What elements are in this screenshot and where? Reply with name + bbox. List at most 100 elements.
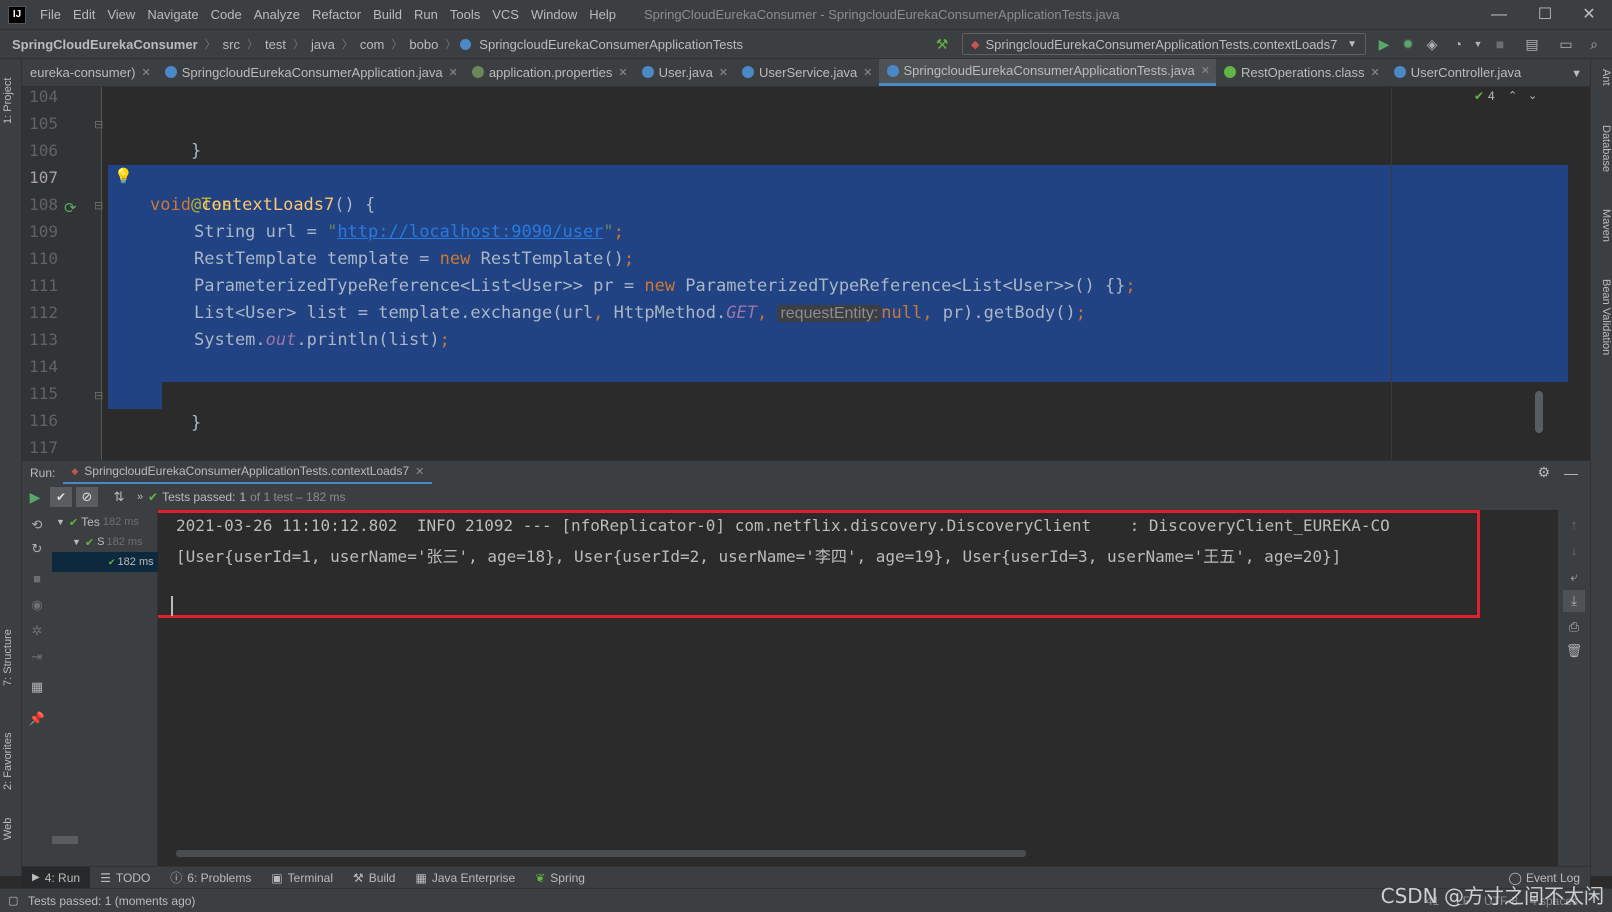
inspection-count[interactable]: 4 xyxy=(1488,89,1495,103)
tab-userservice-java[interactable]: UserService.java ✕ xyxy=(734,59,878,86)
close-icon[interactable]: ✕ xyxy=(618,66,627,79)
sort-icon[interactable]: ⇅ xyxy=(106,489,132,505)
editor-scrollbar[interactable] xyxy=(1535,391,1543,433)
tab-restoperations-class[interactable]: RestOperations.class ✕ xyxy=(1216,59,1386,86)
camera-icon[interactable]: ◉ xyxy=(26,594,48,616)
breadcrumb-test[interactable]: test xyxy=(262,37,289,52)
run-icon[interactable]: ▶ xyxy=(1374,34,1394,54)
test-tree-root[interactable]: ▼ ✔ Tes 182 ms xyxy=(52,512,158,532)
test-tree-method[interactable]: ✔ 182 ms xyxy=(52,552,158,572)
layout-icon[interactable]: ▦ xyxy=(26,676,48,698)
arrow-up-icon[interactable]: ↑ xyxy=(1563,514,1585,536)
menu-window[interactable]: Window xyxy=(525,0,583,30)
breadcrumb-src[interactable]: src xyxy=(220,37,243,52)
menu-analyze[interactable]: Analyze xyxy=(248,0,306,30)
tab-application-properties[interactable]: application.properties ✕ xyxy=(464,59,634,86)
console-horizontal-scrollbar[interactable] xyxy=(176,850,1026,857)
tool-web[interactable]: Web xyxy=(2,811,20,847)
inspection-ok-icon[interactable]: ✔ xyxy=(1474,89,1484,103)
fold-icon[interactable]: ⊟ xyxy=(94,199,103,212)
hide-panel-icon[interactable]: — xyxy=(1564,465,1590,481)
menu-run[interactable]: Run xyxy=(408,0,444,30)
menu-edit[interactable]: Edit xyxy=(67,0,101,30)
menu-view[interactable]: View xyxy=(101,0,141,30)
breadcrumb-project[interactable]: SpringCloudEurekaConsumer xyxy=(0,37,201,52)
tool-run[interactable]: ▶ 4: Run xyxy=(22,866,91,889)
menu-navigate[interactable]: Navigate xyxy=(141,0,204,30)
close-icon[interactable]: ✕ xyxy=(449,66,458,79)
breadcrumb-com[interactable]: com xyxy=(357,37,388,52)
menu-refactor[interactable]: Refactor xyxy=(306,0,367,30)
close-icon[interactable]: ✕ xyxy=(1201,64,1210,77)
tab-application-java[interactable]: SpringcloudEurekaConsumerApplication.jav… xyxy=(157,59,464,86)
project-structure-icon[interactable]: ▤ xyxy=(1522,34,1542,54)
console-output[interactable]: 2021-03-26 11:10:12.802 INFO 21092 --- [… xyxy=(158,510,1558,866)
gear-icon[interactable]: ⚙ xyxy=(1537,464,1564,481)
url-link[interactable]: http://localhost:9090/user xyxy=(337,222,603,242)
breadcrumb-bobo[interactable]: bobo xyxy=(406,37,441,52)
tabs-dropdown-icon[interactable]: ▼ xyxy=(1563,68,1590,86)
tool-favorites[interactable]: 2: Favorites xyxy=(2,719,20,803)
code-editor[interactable]: 104 105 106 107 108 109 110 111 112 113 … xyxy=(22,87,1590,460)
close-window-button[interactable]: ✕ xyxy=(1566,0,1612,30)
tree-scrollbar[interactable] xyxy=(52,836,78,844)
arrow-down-icon[interactable]: ↓ xyxy=(1563,540,1585,562)
soft-wrap-icon[interactable]: ⤶ xyxy=(1563,566,1585,588)
menu-build[interactable]: Build xyxy=(367,0,408,30)
menu-help[interactable]: Help xyxy=(583,0,622,30)
chevron-up-icon[interactable]: ⌃ xyxy=(1508,89,1517,102)
close-icon[interactable]: ✕ xyxy=(142,66,151,79)
close-icon[interactable]: ✕ xyxy=(719,66,728,79)
tool-build[interactable]: ⚒ Build xyxy=(343,867,405,889)
tool-spring[interactable]: ❦ Spring xyxy=(525,867,595,889)
trash-icon[interactable]: 🗑 xyxy=(1563,640,1585,662)
more-icon[interactable]: » xyxy=(132,491,148,503)
tab-application-tests-java[interactable]: SpringcloudEurekaConsumerApplicationTest… xyxy=(878,59,1216,86)
maximize-button[interactable]: ☐ xyxy=(1522,0,1568,30)
minimize-button[interactable]: — xyxy=(1476,0,1522,30)
breadcrumb-java[interactable]: java xyxy=(308,37,338,52)
print-icon[interactable]: ⎙ xyxy=(1563,616,1585,638)
rerun-failed-icon[interactable]: ⟲ xyxy=(26,514,48,536)
toggle-autotest-icon[interactable]: ↻ xyxy=(26,538,48,560)
tab-user-java[interactable]: User.java ✕ xyxy=(634,59,734,86)
coverage-icon[interactable]: ◈ xyxy=(1422,34,1442,54)
tool-structure[interactable]: 7: Structure xyxy=(2,615,20,701)
close-icon[interactable]: ✕ xyxy=(863,66,872,79)
debug-icon[interactable]: ✹ xyxy=(1398,34,1418,54)
chevron-down-icon[interactable]: ⌄ xyxy=(1528,89,1537,102)
profile-icon[interactable]: ◔ xyxy=(1448,34,1468,54)
run-tab[interactable]: ◆ SpringcloudEurekaConsumerApplicationTe… xyxy=(63,461,433,485)
tool-problems[interactable]: ⓘ 6: Problems xyxy=(160,867,261,889)
status-toggle-icon[interactable]: ▢ xyxy=(8,894,18,907)
tool-ant[interactable]: Ant xyxy=(1594,69,1612,109)
tool-project[interactable]: 1: Project xyxy=(2,65,20,137)
show-ignored-icon[interactable]: ⊘ xyxy=(76,487,98,507)
breadcrumb-class[interactable]: SpringcloudEurekaConsumerApplicationTest… xyxy=(476,37,746,52)
build-hammer-icon[interactable]: ⚒ xyxy=(932,34,952,54)
fold-icon[interactable]: ⊟ xyxy=(94,389,103,402)
menu-vcs[interactable]: VCS xyxy=(486,0,525,30)
stop-icon[interactable]: ■ xyxy=(26,568,48,590)
tab-usercontroller-java[interactable]: UserController.java xyxy=(1386,59,1528,86)
close-icon[interactable]: ✕ xyxy=(1371,66,1380,79)
test-tree-class[interactable]: ▼ ✔ S 182 ms xyxy=(68,532,158,552)
tool-terminal[interactable]: ▣ Terminal xyxy=(261,867,343,889)
run-configuration-select[interactable]: ◆ SpringcloudEurekaConsumerApplicationTe… xyxy=(962,33,1366,55)
settings-icon[interactable]: ✲ xyxy=(26,620,48,642)
chevron-down-icon[interactable]: ▼ xyxy=(1468,34,1488,54)
tool-bean-validation[interactable]: Bean Validation xyxy=(1594,279,1612,389)
pin-icon[interactable]: 📌 xyxy=(26,708,48,730)
tab-eureka-consumer[interactable]: eureka-consumer) ✕ xyxy=(22,59,157,86)
run-test-gutter-icon[interactable]: ⟳ xyxy=(64,199,77,217)
menu-code[interactable]: Code xyxy=(205,0,248,30)
layout-icon[interactable]: ▭ xyxy=(1556,34,1576,54)
close-icon[interactable]: ✕ xyxy=(415,465,424,478)
tool-maven[interactable]: Maven xyxy=(1594,209,1612,265)
rerun-icon[interactable]: ▶ xyxy=(22,489,48,506)
tool-todo[interactable]: ☰ TODO xyxy=(90,867,160,889)
scroll-to-end-icon[interactable]: ⤓ xyxy=(1563,590,1585,612)
fold-icon[interactable]: ⊟ xyxy=(94,118,103,131)
lightbulb-icon[interactable]: 💡 xyxy=(114,167,133,185)
menu-tools[interactable]: Tools xyxy=(444,0,486,30)
